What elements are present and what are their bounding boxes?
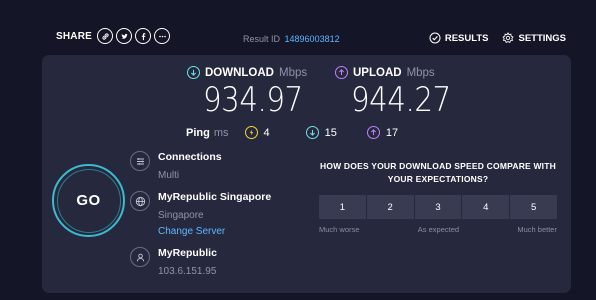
ping-download: 15 (305, 126, 337, 139)
link-icon[interactable] (97, 28, 114, 44)
user-icon (130, 247, 150, 267)
settings-link[interactable]: SETTINGS (502, 32, 566, 44)
rating-option-5[interactable]: 5 (510, 195, 557, 219)
facebook-icon[interactable] (135, 28, 152, 44)
download-arrow-icon (305, 126, 319, 139)
upload-arrow-icon (366, 126, 380, 139)
gear-icon (502, 32, 515, 43)
download-metric: DOWNLOAD Mbps 934.97 (187, 66, 319, 117)
ping-unit: ms (213, 126, 229, 139)
top-nav: RESULTS SETTINGS (429, 32, 566, 44)
download-label: DOWNLOAD (205, 66, 274, 79)
go-button[interactable]: GO (52, 164, 125, 237)
rating-option-1[interactable]: 1 (319, 195, 366, 219)
results-label: RESULTS (444, 32, 489, 44)
globe-icon (130, 191, 150, 211)
rating-option-4[interactable]: 4 (462, 195, 510, 219)
rating-scale: 1 2 3 4 5 (319, 195, 557, 219)
rating-option-3[interactable]: 3 (414, 195, 462, 219)
upload-label: UPLOAD (353, 66, 402, 79)
download-arrow-icon (187, 66, 200, 79)
rating-low-label: Much worse (319, 225, 360, 234)
check-circle-icon (429, 32, 441, 44)
provider-info: MyRepublic 103.6.151.95 (130, 247, 217, 278)
more-icon[interactable] (154, 28, 171, 44)
connections-icon (130, 151, 150, 171)
ping-download-value: 15 (324, 126, 337, 139)
ping-row: Ping ms 4 15 17 (186, 126, 398, 139)
result-id: Result ID 14896003812 (243, 34, 340, 44)
provider-title: MyRepublic (158, 247, 217, 259)
settings-label: SETTINGS (518, 32, 566, 44)
share-label: SHARE (56, 30, 93, 42)
twitter-icon[interactable] (116, 28, 133, 44)
ping-upload-value: 17 (385, 126, 399, 139)
share-group: SHARE (56, 28, 171, 44)
ping-label: Ping (186, 126, 210, 139)
connections-title: Connections (158, 151, 222, 163)
download-value: 934.97 (203, 80, 303, 120)
upload-value: 944.27 (351, 80, 451, 120)
top-bar: SHARE Result ID 14896003812 RESULTS SETT… (0, 0, 596, 50)
server-title: MyRepublic Singapore (158, 191, 272, 203)
result-id-label: Result ID (243, 34, 281, 44)
results-link[interactable]: RESULTS (429, 32, 489, 44)
go-label: GO (56, 168, 121, 233)
ping-upload: 17 (366, 126, 399, 139)
server-location: Singapore (158, 210, 204, 221)
survey-question: HOW DOES YOUR DOWNLOAD SPEED COMPARE WIT… (320, 161, 556, 184)
upload-arrow-icon (335, 66, 348, 79)
rating-mid-label: As expected (417, 225, 460, 234)
lightning-icon (244, 126, 258, 139)
result-id-link[interactable]: 14896003812 (285, 34, 340, 44)
upload-metric: UPLOAD Mbps 944.27 (335, 66, 467, 117)
rating-high-label: Much better (517, 225, 557, 234)
connections-info: Connections Multi (130, 151, 222, 182)
download-unit: Mbps (279, 66, 308, 79)
rating-option-2[interactable]: 2 (366, 195, 414, 219)
upload-unit: Mbps (406, 66, 435, 79)
rating-scale-labels: Much worse As expected Much better (319, 225, 557, 234)
server-info: MyRepublic Singapore Singapore Change Se… (130, 191, 271, 238)
change-server-link[interactable]: Change Server (158, 225, 271, 238)
ping-idle-value: 4 (263, 126, 270, 139)
provider-ip: 103.6.151.95 (158, 266, 217, 277)
connections-value[interactable]: Multi (158, 169, 222, 182)
ping-idle: 4 (244, 126, 270, 139)
